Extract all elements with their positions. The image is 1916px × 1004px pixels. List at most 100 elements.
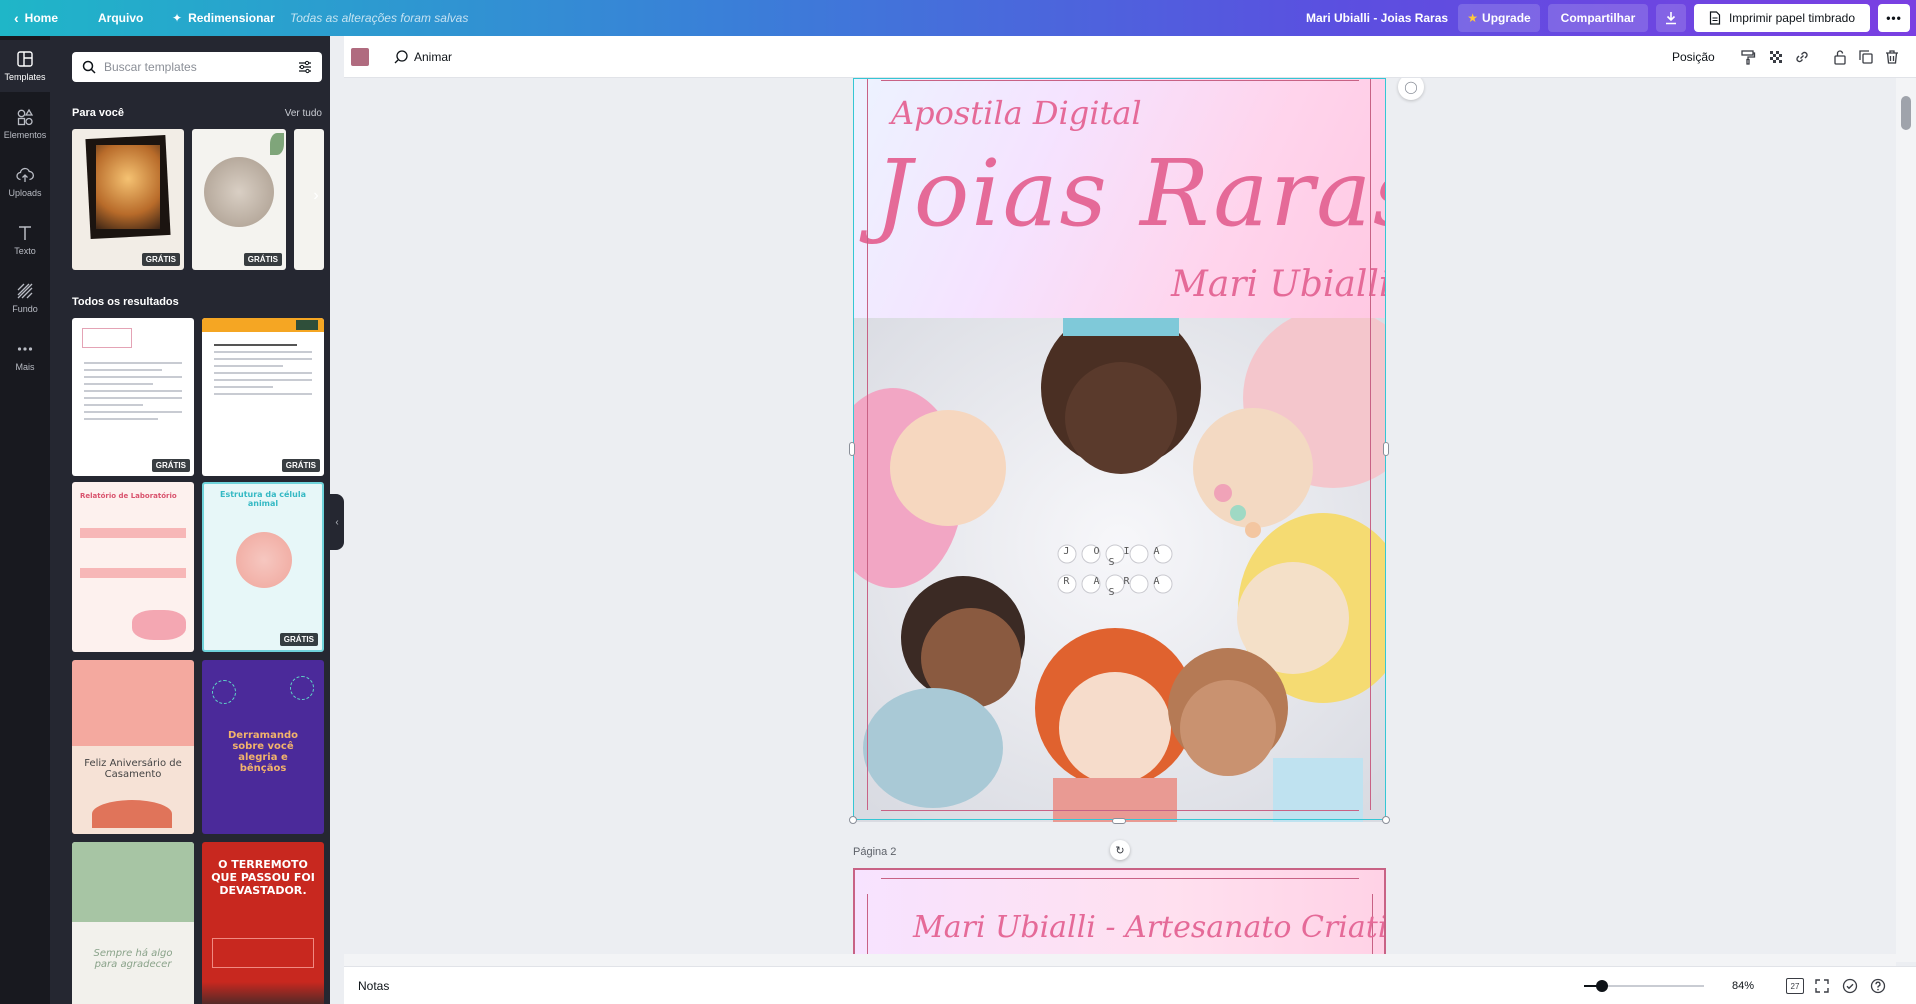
mountain-image [202, 982, 324, 1004]
document-title[interactable]: Mari Ubialli - Joias Raras [1306, 0, 1448, 36]
rail-text-label: Texto [14, 246, 36, 256]
rail-text[interactable]: Texto [0, 214, 50, 266]
rail-background[interactable]: Fundo [0, 272, 50, 324]
rail-templates[interactable]: Templates [0, 40, 50, 92]
animate-button[interactable]: Animar [394, 36, 452, 78]
info-grid [212, 938, 314, 968]
logo-block [296, 320, 318, 330]
template-thumbnail[interactable]: GRÁTIS [202, 318, 324, 476]
position-button[interactable]: Posição [1672, 36, 1715, 78]
vertical-scrollbar[interactable] [1896, 78, 1916, 962]
collapse-panel-button[interactable]: ‹ [330, 494, 344, 550]
editor-toolbar: Animar Posição [344, 36, 1916, 78]
template-thumbnail[interactable]: Relatório de Laboratório [72, 482, 194, 652]
template-title: Estrutura da célula animal [220, 490, 306, 508]
text-lines [214, 344, 312, 400]
template-thumbnail[interactable]: O TERREMOTO QUE PASSOU FOI DEVASTADOR. [202, 842, 324, 1004]
document-title-text: Mari Ubialli - Joias Raras [1306, 11, 1449, 25]
sparkle-icon: ✦ [172, 11, 183, 25]
template-thumbnail[interactable]: GRÁTIS [72, 318, 194, 476]
resize-handle[interactable] [849, 816, 857, 824]
page-grid-button[interactable]: 27 [1786, 978, 1804, 994]
free-badge: GRÁTIS [141, 253, 180, 266]
page-2[interactable]: Mari Ubialli - Artesanato Criativo [853, 868, 1386, 962]
free-badge: GRÁTIS [151, 459, 190, 472]
zoom-level[interactable]: 84% [1732, 967, 1754, 1004]
crown-icon: ★ [1467, 11, 1479, 25]
resize-button[interactable]: ✦ Redimensionar [172, 0, 275, 36]
page-2-title[interactable]: Mari Ubialli - Artesanato Criativo [913, 910, 1384, 945]
template-thumbnail[interactable]: Estrutura da célula animal GRÁTIS [202, 482, 324, 652]
page-1[interactable]: Apostila Digital Joias Raras Mari Ubiall… [853, 78, 1386, 822]
see-all-link[interactable]: Ver tudo [285, 108, 322, 119]
couple-illustration [92, 800, 172, 828]
resize-handle[interactable] [1383, 442, 1389, 456]
rail-more[interactable]: Mais [0, 330, 50, 382]
zoom-slider-thumb[interactable] [1596, 980, 1608, 992]
search-input[interactable] [104, 60, 290, 74]
zoom-slider[interactable] [1584, 980, 1704, 992]
trash-icon[interactable] [1884, 49, 1900, 65]
rail-elements[interactable]: Elementos [0, 98, 50, 150]
resize-handle[interactable] [1382, 816, 1390, 824]
document-icon [1709, 11, 1721, 25]
brain-illustration [132, 610, 186, 640]
leaf-decoration [270, 133, 284, 155]
resize-label: Redimensionar [188, 11, 275, 25]
rail-elements-label: Elementos [3, 130, 47, 140]
file-menu[interactable]: Arquivo [98, 0, 143, 36]
resize-handle[interactable] [849, 442, 855, 456]
home-label: Home [24, 11, 59, 25]
elements-icon [17, 108, 34, 126]
templates-panel: Para você Ver tudo GRÁTIS GRÁTIS › Todos… [50, 36, 330, 1004]
more-options-button[interactable]: ••• [1878, 4, 1910, 32]
duplicate-icon[interactable] [1858, 49, 1874, 65]
color-swatch[interactable] [351, 48, 369, 66]
template-text: O TERREMOTO QUE PASSOU FOI DEVASTADOR. [211, 858, 315, 898]
template-thumbnail[interactable]: GRÁTIS [192, 129, 286, 270]
animate-label: Animar [414, 50, 453, 64]
filter-icon[interactable] [298, 60, 312, 74]
comment-icon[interactable]: ◯ [1398, 78, 1424, 100]
rail-more-label: Mais [15, 362, 35, 372]
horizontal-scrollbar[interactable] [344, 954, 1896, 966]
template-thumbnail[interactable]: Sempre há algo para agradecer [72, 842, 194, 1004]
file-menu-label: Arquivo [98, 11, 144, 25]
notes-button[interactable]: Notas [358, 967, 389, 1004]
design-canvas[interactable]: Apostila Digital Joias Raras Mari Ubiall… [344, 78, 1906, 962]
fullscreen-icon[interactable] [1814, 978, 1830, 994]
portrait-image [96, 145, 160, 229]
resize-handle[interactable] [1112, 818, 1126, 824]
transparency-icon[interactable] [1768, 49, 1784, 65]
help-icon[interactable] [1870, 978, 1886, 994]
firework-decoration [290, 676, 314, 700]
animate-icon [394, 50, 408, 64]
text-lines [84, 362, 182, 425]
template-thumbnail[interactable]: GRÁTIS [72, 129, 184, 270]
share-button[interactable]: Compartilhar [1548, 4, 1648, 32]
link-icon[interactable] [1794, 49, 1810, 65]
upgrade-button[interactable]: ★ Upgrade [1458, 4, 1540, 32]
check-circle-icon[interactable] [1842, 978, 1858, 994]
template-thumbnail[interactable]: Derramando sobre você alegria e bênçãos [202, 660, 324, 834]
rail-uploads[interactable]: Uploads [0, 156, 50, 208]
save-status-text: Todas as alterações foram salvas [290, 11, 469, 25]
rail-background-label: Fundo [12, 304, 38, 314]
home-button[interactable]: ‹ Home [14, 0, 58, 36]
print-letterhead-button[interactable]: Imprimir papel timbrado [1694, 4, 1870, 32]
rotate-icon[interactable]: ↻ [1110, 840, 1130, 860]
template-thumbnail[interactable]: Feliz Aniversário de Casamento [72, 660, 194, 834]
template-text: Sempre há algo para agradecer [93, 948, 173, 970]
all-results-heading: Todos os resultados [72, 296, 179, 308]
green-block [72, 842, 194, 922]
download-button[interactable] [1656, 4, 1686, 32]
free-badge: GRÁTIS [243, 253, 282, 266]
chevron-right-icon[interactable]: › [306, 186, 326, 206]
side-rail: Templates Elementos Uploads Texto Fundo … [0, 36, 50, 1004]
print-letterhead-label: Imprimir papel timbrado [1728, 11, 1856, 25]
lock-icon[interactable] [1832, 49, 1848, 65]
search-bar [72, 52, 322, 82]
scrollbar-thumb[interactable] [1901, 96, 1911, 130]
template-text: Derramando sobre você alegria e bênçãos [227, 730, 298, 774]
paint-roller-icon[interactable] [1740, 49, 1756, 65]
